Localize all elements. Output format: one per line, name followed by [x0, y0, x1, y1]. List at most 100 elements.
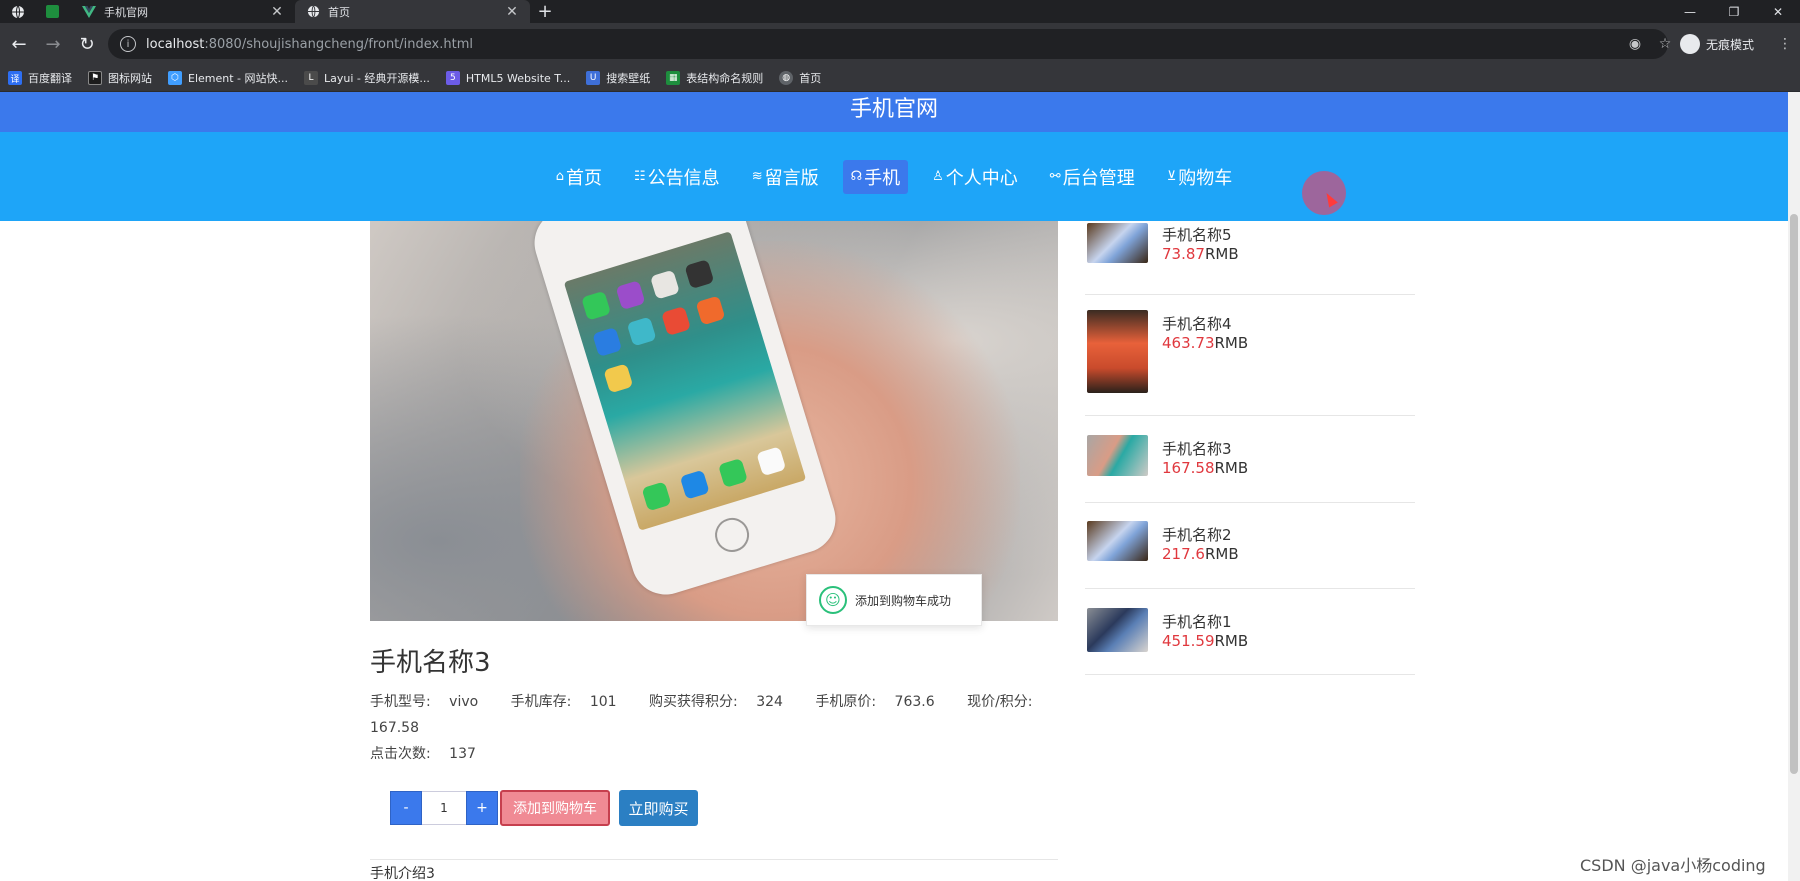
- close-window-icon[interactable]: ✕: [1756, 0, 1800, 23]
- globe-icon: [11, 5, 24, 18]
- quantity-stepper: - 1 +: [390, 791, 498, 825]
- model-field: 手机型号: vivo: [370, 694, 479, 710]
- user-icon: ♙: [932, 169, 944, 184]
- product-name[interactable]: 手机名称5: [1162, 224, 1232, 245]
- minimize-icon[interactable]: —: [1668, 0, 1712, 23]
- product-thumbnail[interactable]: [1087, 435, 1148, 476]
- product-name[interactable]: 手机名称3: [1162, 438, 1232, 459]
- nav-admin[interactable]: ⚯ 后台管理: [1042, 160, 1143, 194]
- list-item[interactable]: 手机名称5 73.87RMB: [1085, 221, 1415, 295]
- points-field: 购买获得积分: 324: [649, 694, 783, 710]
- address-toolbar: ← → ↻ i localhost:8080/shoujishangcheng/…: [0, 23, 1800, 65]
- pinned-tab-sheet[interactable]: [35, 0, 70, 23]
- url-path: :8080/shoujishangcheng/front/index.html: [204, 36, 473, 52]
- nav-cart[interactable]: ⊻ 购物车: [1159, 160, 1241, 194]
- eye-off-icon[interactable]: ◉: [1620, 36, 1650, 52]
- main-nav: ⌂ 首页 ☷ 公告信息 ≋ 留言版 ☊ 手机 ♙ 个人中心 ⚯ 后台管理 ⊻ 购物车: [0, 132, 1788, 221]
- vue-logo-icon: [82, 5, 96, 18]
- close-tab-icon[interactable]: ✕: [269, 4, 285, 20]
- reload-icon[interactable]: ↻: [72, 29, 102, 59]
- clicks-field: 点击次数: 137: [370, 746, 476, 762]
- original-price-field: 手机原价: 763.6: [815, 694, 935, 710]
- site-info-icon[interactable]: i: [120, 36, 136, 52]
- web-page: 手机官网 ⌂ 首页 ☷ 公告信息 ≋ 留言版 ☊ 手机 ♙ 个人中心 ⚯ 后台管理 ⊻ 购物车: [0, 92, 1788, 881]
- notice-icon: ☷: [634, 169, 646, 184]
- incognito-indicator[interactable]: 无痕模式: [1679, 34, 1754, 54]
- cart-icon: ⊻: [1166, 169, 1177, 184]
- phone-icon: ☊: [850, 169, 863, 184]
- list-item[interactable]: 手机名称2 217.6RMB: [1085, 503, 1415, 589]
- product-price: 167.58RMB: [1162, 459, 1249, 477]
- success-toast: ☺ 添加到购物车成功: [806, 574, 982, 626]
- product-image: [370, 221, 1058, 621]
- nav-phones[interactable]: ☊ 手机: [842, 159, 909, 194]
- product-meta: 手机型号: vivo 手机库存: 101 购买获得积分: 324 手机原价: 7…: [370, 689, 1050, 767]
- add-to-cart-button[interactable]: 添加到购物车: [500, 790, 610, 826]
- nav-notices[interactable]: ☷ 公告信息: [626, 160, 728, 194]
- bookmark-item[interactable]: 译百度翻译: [8, 70, 72, 86]
- toast-message: 添加到购物车成功: [855, 593, 952, 608]
- translate-icon: 译: [8, 71, 22, 85]
- decrement-button[interactable]: -: [390, 791, 422, 825]
- layui-logo-icon: L: [304, 71, 318, 85]
- close-tab-icon[interactable]: ✕: [504, 4, 520, 20]
- divider: [370, 859, 1058, 860]
- message-icon: ≋: [751, 169, 763, 184]
- product-price: 463.73RMB: [1162, 334, 1249, 352]
- product-price: 217.6RMB: [1162, 545, 1239, 563]
- browser-tab-2[interactable]: 首页 ✕: [295, 0, 530, 23]
- bookmark-item[interactable]: U 搜索壁纸: [586, 70, 650, 86]
- html5-logo-icon: 5: [445, 71, 460, 85]
- nav-home[interactable]: ⌂ 首页: [548, 160, 610, 194]
- list-item[interactable]: 手机名称1 451.59RMB: [1085, 589, 1415, 675]
- product-intro: 手机介绍3: [370, 866, 435, 881]
- pinned-tab-globe[interactable]: [0, 0, 35, 23]
- product-thumbnail[interactable]: [1087, 608, 1148, 652]
- product-thumbnail[interactable]: [1087, 223, 1148, 263]
- bookmark-item[interactable]: ◍ 首页: [779, 70, 821, 86]
- bookmark-item[interactable]: ⚑ 图标网站: [88, 70, 152, 86]
- bookmark-item[interactable]: ▦ 表结构命名规则: [666, 70, 763, 86]
- url-field[interactable]: i localhost:8080/shoujishangcheng/front/…: [108, 29, 1668, 59]
- product-thumbnail[interactable]: [1087, 521, 1148, 561]
- product-name[interactable]: 手机名称2: [1162, 524, 1232, 545]
- browser-tab-1[interactable]: 手机官网 ✕: [70, 0, 295, 23]
- home-icon: ⌂: [555, 169, 565, 184]
- related-products-list: 手机名称5 73.87RMB 手机名称4 463.73RMB 手机名称3 167…: [1085, 221, 1415, 675]
- bookmark-item[interactable]: 5 HTML5 Website T...: [445, 71, 570, 85]
- quantity-input[interactable]: 1: [422, 791, 466, 825]
- spreadsheet-icon: [46, 5, 59, 18]
- page-scrollbar[interactable]: [1788, 92, 1800, 881]
- link-icon: ⚯: [1049, 169, 1061, 184]
- site-title: 手机官网: [0, 92, 1788, 132]
- bookmark-item[interactable]: ⬡ Element - 网站快...: [168, 70, 288, 86]
- product-name[interactable]: 手机名称4: [1162, 313, 1232, 334]
- product-price: 451.59RMB: [1162, 632, 1249, 650]
- forward-arrow-icon[interactable]: →: [38, 29, 68, 59]
- buy-now-button[interactable]: 立即购买: [619, 790, 698, 826]
- nav-personal-center[interactable]: ♙ 个人中心: [924, 160, 1026, 194]
- window-controls: — ❐ ✕: [1668, 0, 1800, 23]
- globe-icon: [307, 5, 320, 18]
- back-arrow-icon[interactable]: ←: [4, 29, 34, 59]
- stock-field: 手机库存: 101: [510, 694, 617, 710]
- restore-icon[interactable]: ❐: [1712, 0, 1756, 23]
- bookmark-item[interactable]: L Layui - 经典开源模...: [304, 70, 430, 86]
- star-icon[interactable]: ☆: [1650, 36, 1680, 52]
- product-price: 73.87RMB: [1162, 245, 1239, 263]
- incognito-label: 无痕模式: [1705, 37, 1754, 52]
- url-host: localhost: [146, 36, 205, 52]
- flag-icon: ⚑: [88, 71, 102, 85]
- nav-message-board[interactable]: ≋ 留言版: [744, 160, 827, 194]
- product-thumbnail[interactable]: [1087, 310, 1148, 393]
- new-tab-button[interactable]: +: [530, 1, 560, 22]
- scrollbar-thumb[interactable]: [1790, 214, 1798, 774]
- spreadsheet-icon: ▦: [666, 71, 681, 85]
- menu-kebab-icon[interactable]: ⋮: [1770, 36, 1800, 52]
- list-item[interactable]: 手机名称4 463.73RMB: [1085, 295, 1415, 416]
- increment-button[interactable]: +: [466, 791, 498, 825]
- list-item[interactable]: 手机名称3 167.58RMB: [1085, 416, 1415, 503]
- product-name[interactable]: 手机名称1: [1162, 611, 1232, 632]
- tab-title: 首页: [328, 5, 350, 19]
- tab-title: 手机官网: [104, 5, 148, 19]
